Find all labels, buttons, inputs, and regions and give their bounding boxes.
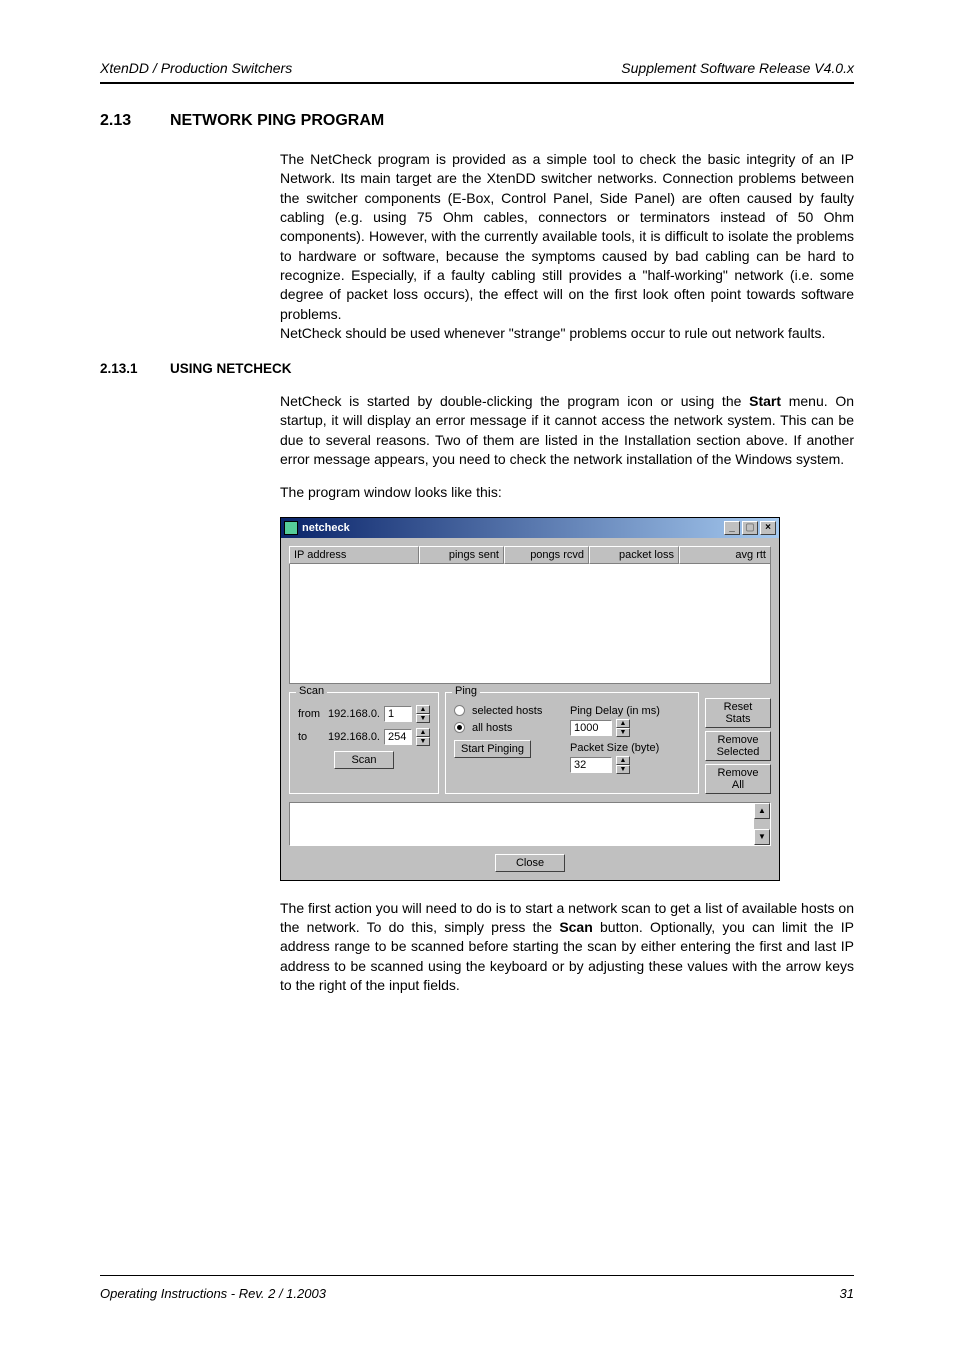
up-arrow-icon[interactable]: ▲ [616,719,630,728]
radio-selected-hosts[interactable] [454,705,465,716]
netcheck-window: netcheck _ ▢ × IP address pings sent pon… [280,517,780,881]
scan-from-input[interactable]: 1 [384,706,412,722]
up-arrow-icon[interactable]: ▲ [616,756,630,765]
paragraph-window-intro: The program window looks like this: [280,483,854,502]
down-arrow-icon[interactable]: ▼ [416,737,430,746]
col-pings-sent[interactable]: pings sent [419,546,504,564]
results-list[interactable] [289,564,771,684]
start-pinging-button[interactable]: Start Pinging [454,740,531,758]
scan-group: Scan from 192.168.0. 1 ▲▼ to 192.168.0. … [289,692,439,794]
maximize-button[interactable]: ▢ [742,521,758,535]
header-rule [100,82,854,84]
scan-to-prefix: 192.168.0. [328,731,380,743]
radio-all-hosts-label: all hosts [472,722,512,734]
scan-to-spinner[interactable]: ▲▼ [416,728,430,746]
ping-group: Ping selected hosts all hosts Start Ping… [445,692,699,794]
subsection-number: 2.13.1 [100,361,170,376]
scan-from-prefix: 192.168.0. [328,708,380,720]
app-icon [284,521,298,535]
window-titlebar: netcheck _ ▢ × [281,518,779,538]
ping-delay-spinner[interactable]: ▲▼ [616,719,630,737]
packet-size-spinner[interactable]: ▲▼ [616,756,630,774]
paragraph-using-netcheck: NetCheck is started by double-clicking t… [280,392,854,469]
section-number: 2.13 [100,112,170,130]
col-pongs-rcvd[interactable]: pongs rcvd [504,546,589,564]
remove-all-button[interactable]: Remove All [705,764,771,794]
ping-legend: Ping [452,685,480,697]
scroll-up-icon[interactable]: ▲ [754,803,770,819]
col-ip[interactable]: IP address [289,546,419,564]
radio-all-hosts[interactable] [454,722,465,733]
reset-stats-button[interactable]: Reset Stats [705,698,771,728]
p4-bold-scan: Scan [559,919,592,935]
window-title: netcheck [302,522,722,534]
up-arrow-icon[interactable]: ▲ [416,705,430,714]
paragraph-intro-b: NetCheck should be used whenever "strang… [280,324,854,343]
footer-rule [100,1275,854,1276]
footer-left: Operating Instructions - Rev. 2 / 1.2003 [100,1286,326,1301]
message-log[interactable]: ▲ ▼ [289,802,771,846]
ping-delay-input[interactable]: 1000 [570,720,612,736]
down-arrow-icon[interactable]: ▼ [616,728,630,737]
p2-bold-start: Start [749,393,781,409]
down-arrow-icon[interactable]: ▼ [616,765,630,774]
up-arrow-icon[interactable]: ▲ [416,728,430,737]
scan-button[interactable]: Scan [334,751,394,769]
close-button[interactable]: Close [495,854,565,872]
packet-size-input[interactable]: 32 [570,757,612,773]
header-left: XtenDD / Production Switchers [100,60,292,76]
header-right: Supplement Software Release V4.0.x [621,60,854,76]
scan-from-label: from [298,708,324,720]
radio-selected-hosts-label: selected hosts [472,705,542,717]
paragraph-scan-instructions: The first action you will need to do is … [280,899,854,996]
col-packet-loss[interactable]: packet loss [589,546,679,564]
results-header: IP address pings sent pongs rcvd packet … [289,546,771,564]
section-title: NETWORK PING PROGRAM [170,112,384,130]
scrollbar[interactable]: ▲ ▼ [754,803,770,845]
col-avg-rtt[interactable]: avg rtt [679,546,771,564]
scroll-down-icon[interactable]: ▼ [754,829,770,845]
remove-selected-button[interactable]: Remove Selected [705,731,771,761]
subsection-title: USING NETCHECK [170,361,292,376]
paragraph-intro-a: The NetCheck program is provided as a si… [280,150,854,324]
close-window-button[interactable]: × [760,521,776,535]
scan-to-input[interactable]: 254 [384,729,412,745]
ping-delay-label: Ping Delay (in ms) [570,705,690,717]
scan-legend: Scan [296,685,327,697]
page-number: 31 [840,1286,854,1301]
down-arrow-icon[interactable]: ▼ [416,714,430,723]
scan-from-spinner[interactable]: ▲▼ [416,705,430,723]
p2a: NetCheck is started by double-clicking t… [280,393,749,409]
scan-to-label: to [298,731,324,743]
minimize-button[interactable]: _ [724,521,740,535]
packet-size-label: Packet Size (byte) [570,742,690,754]
